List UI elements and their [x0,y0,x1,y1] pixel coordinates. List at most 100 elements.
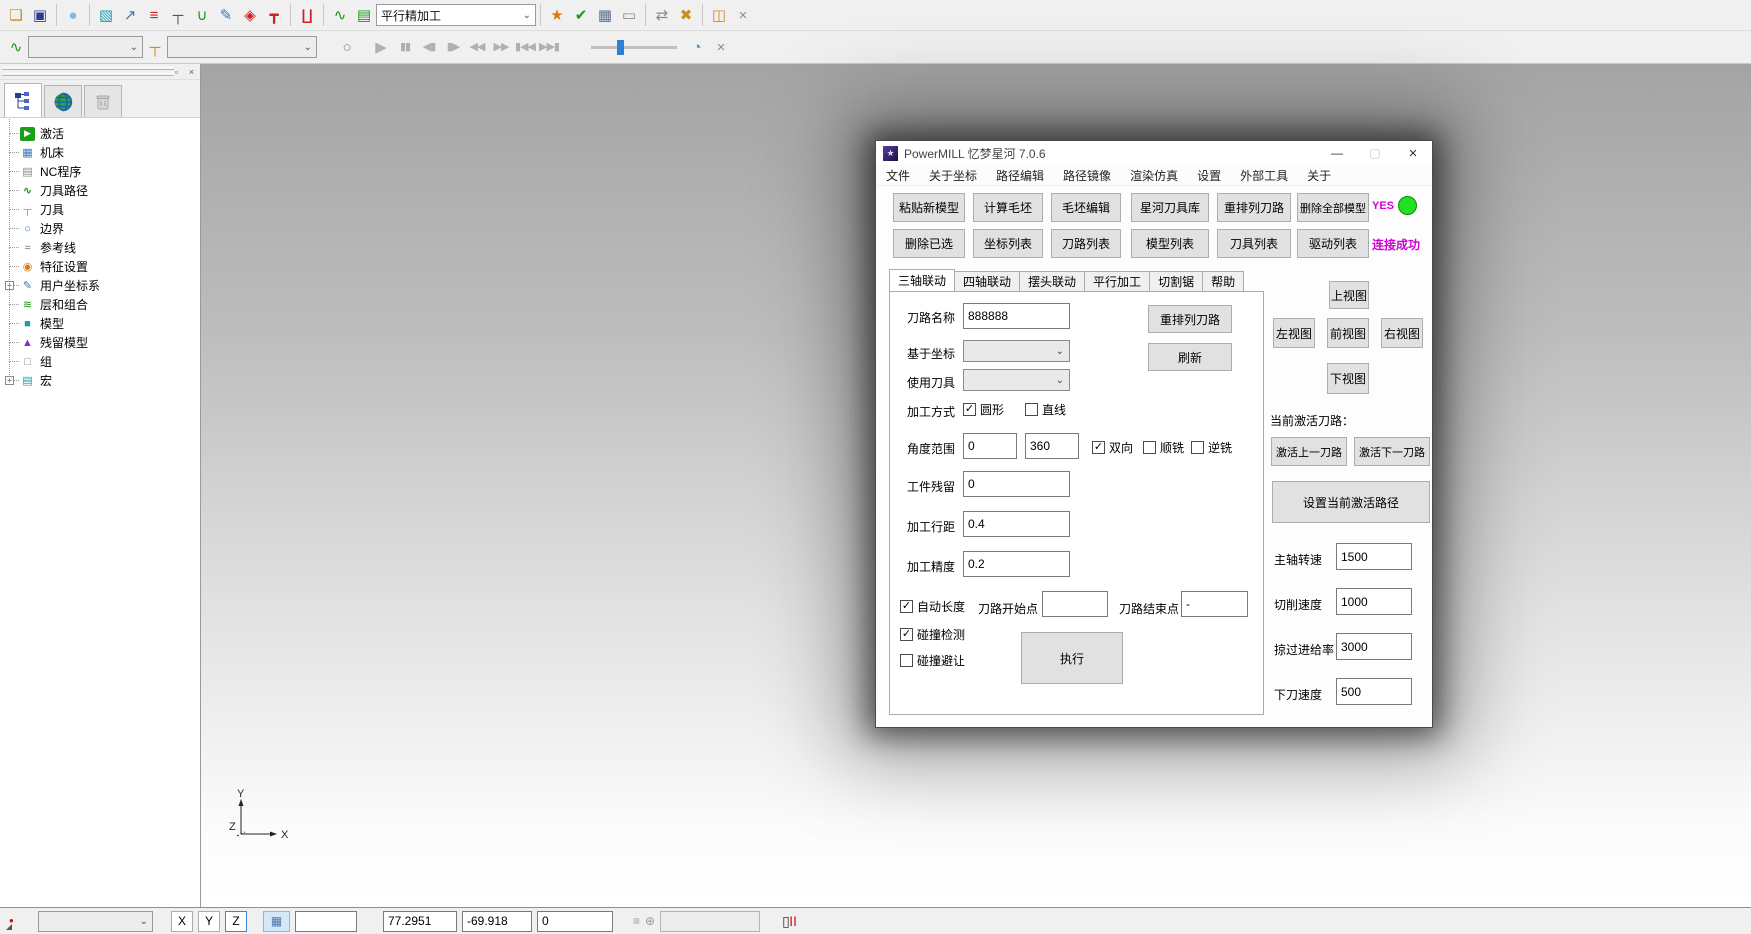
menu-file[interactable]: 文件 [886,167,910,184]
circle-checkbox[interactable]: ✓ [963,403,976,416]
toolpath-list-button[interactable]: 刀路列表 [1051,229,1121,258]
plunge-speed-input[interactable] [1336,678,1412,705]
tab-head-tilt[interactable]: 摆头联动 [1020,271,1085,292]
expand-icon[interactable]: + [5,376,14,385]
block-edit-button[interactable]: 毛坯编辑 [1051,193,1121,222]
tool-dropdown[interactable]: ⌄ [963,369,1070,391]
speed-slider[interactable] [591,46,677,49]
skim-feed-input[interactable] [1336,633,1412,660]
close-sim-toolbar-icon[interactable]: × [709,35,733,59]
tree-item-levels-sets[interactable]: ≋ 层和组合 [6,295,200,314]
clipboard-panel-icon[interactable]: ▯ || [782,913,797,930]
tab-saw[interactable]: 切割锯 [1150,271,1203,292]
start-point-input[interactable] [1042,591,1108,617]
spindle-speed-input[interactable] [1336,543,1412,570]
clock-icon[interactable]: ◔ [685,35,709,59]
conventional-checkbox[interactable] [1191,441,1204,454]
model-list-button[interactable]: 模型列表 [1131,229,1209,258]
tree-item-stock-models[interactable]: ▲ 残留模型 [6,333,200,352]
stock-input[interactable] [963,471,1070,497]
strategy-icon[interactable]: ▤ [352,3,376,27]
menu-render-sim[interactable]: 渲染仿真 [1130,167,1178,184]
tool-icon[interactable]: ┳ [262,3,286,27]
right-view-button[interactable]: 右视图 [1381,318,1423,348]
bottom-view-button[interactable]: 下视图 [1327,363,1369,394]
menu-about[interactable]: 关于 [1307,167,1331,184]
rearrange-button[interactable]: 重排列刀路 [1148,305,1232,333]
skip-start-icon[interactable]: ▮◀◀ [513,35,537,59]
climb-checkbox[interactable] [1143,441,1156,454]
play-icon[interactable]: ▶ [369,35,393,59]
xyz-readout-icon[interactable]: ≡ [633,914,640,928]
axis-z-button[interactable]: Z [225,911,247,932]
tab-recycle-bin[interactable] [84,85,122,117]
rapid-heights-icon[interactable]: ↗ [118,3,142,27]
menu-path-mirror[interactable]: 路径镜像 [1063,167,1111,184]
angle-start-input[interactable] [963,433,1017,459]
graphics-viewport[interactable]: Y X Z ★ PowerMILL 忆梦星河 7.0.6 — ▢ × [201,64,1751,907]
tab-help[interactable]: 帮助 [1203,271,1244,292]
probe-point-icon[interactable]: ⊕ [645,914,655,928]
measure-input[interactable] [660,911,760,932]
pause-icon[interactable]: ▮▮ [393,35,417,59]
rearrange-toolpaths-button[interactable]: 重排列刀路 [1217,193,1291,222]
tool-list-button[interactable]: 刀具列表 [1217,229,1291,258]
workplane-dropdown[interactable]: ⌄ [38,911,153,932]
close-toolbar-icon[interactable]: × [731,3,755,27]
pattern-icon[interactable]: ◈ [238,3,262,27]
fast-forward-icon[interactable]: ▶▶ [489,35,513,59]
tree-item-models[interactable]: ■ 模型 [6,314,200,333]
tree-item-tools[interactable]: ┬ 刀具 [6,200,200,219]
step-back-icon[interactable]: ◀▮ [417,35,441,59]
calc-block-button[interactable]: 计算毛坯 [973,193,1043,222]
coord-dropdown[interactable]: ⌄ [963,340,1070,362]
tool-holder-icon[interactable]: ∐ [295,3,319,27]
minimize-button[interactable]: — [1318,141,1356,165]
left-view-button[interactable]: 左视图 [1273,318,1315,348]
tool-start-point-icon[interactable]: ┬ [166,3,190,27]
menu-ext-tools[interactable]: 外部工具 [1240,167,1288,184]
speed-slider-handle[interactable] [617,40,624,55]
grid-toggle-button[interactable]: ▦ [263,911,290,932]
tree-item-macros[interactable]: + ▤ 宏 [6,371,200,390]
leads-links-icon[interactable]: ∪ [190,3,214,27]
tree-item-patterns[interactable]: ≈ 参考线 [6,238,200,257]
execute-button[interactable]: 执行 [1021,632,1123,684]
verify-icon[interactable]: ✔ [569,3,593,27]
tree-item-activate[interactable]: ▶ 激活 [6,124,200,143]
delete-all-models-button[interactable]: 删除全部模型 [1297,193,1369,222]
close-button[interactable]: × [1394,141,1432,165]
step-forward-icon[interactable]: ▮▶ [441,35,465,59]
tree-item-machine[interactable]: ▦ 机床 [6,143,200,162]
panel-restore-icon[interactable]: ▫ [170,65,183,78]
set-active-path-button[interactable]: 设置当前激活路径 [1272,481,1430,523]
dock-grip[interactable] [2,67,174,70]
bidirectional-checkbox[interactable]: ✓ [1092,441,1105,454]
simulate-icon[interactable]: ★ [545,3,569,27]
dialog-titlebar[interactable]: ★ PowerMILL 忆梦星河 7.0.6 — ▢ × [876,141,1432,165]
calculator-icon[interactable]: ▦ [593,3,617,27]
coordinate-y-input[interactable] [462,911,532,932]
delete-selected-button[interactable]: 删除已选 [893,229,965,258]
dock-grip[interactable] [2,73,174,76]
tree-item-boundaries[interactable]: ○ 边界 [6,219,200,238]
tree-item-groups[interactable]: □ 组 [6,352,200,371]
axis-x-button[interactable]: X [171,911,193,932]
tolerance-input[interactable] [963,551,1070,577]
stepover-input[interactable] [963,511,1070,537]
tab-levels-globe[interactable] [44,85,82,117]
tree-item-toolpaths[interactable]: ∿ 刀具路径 [6,181,200,200]
front-view-button[interactable]: 前视图 [1327,318,1369,348]
end-point-input[interactable] [1181,591,1248,617]
axis-y-button[interactable]: Y [198,911,220,932]
maximize-button[interactable]: ▢ [1356,141,1394,165]
skip-end-icon[interactable]: ▶▶▮ [537,35,561,59]
menu-coords[interactable]: 关于坐标 [929,167,977,184]
estimate-icon[interactable]: ▭ [617,3,641,27]
top-view-button[interactable]: 上视图 [1329,281,1369,309]
angle-end-input[interactable] [1025,433,1079,459]
tab-explorer-tree[interactable] [4,83,42,117]
transform-icon[interactable]: ✖ [674,3,698,27]
grid-size-input[interactable] [295,911,357,932]
prev-toolpath-button[interactable]: 激活上一刀路 [1271,437,1347,466]
